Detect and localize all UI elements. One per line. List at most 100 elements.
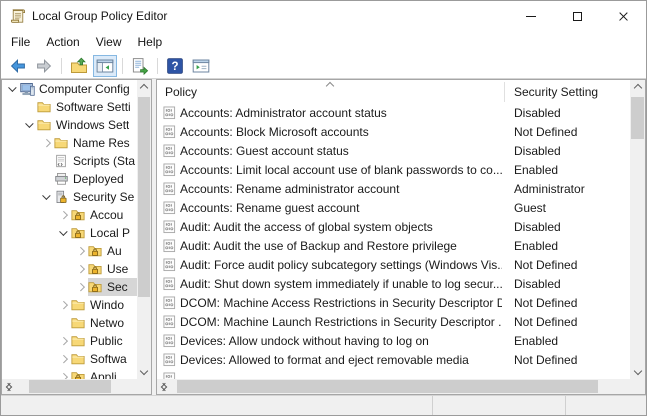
policy-row[interactable]: Accounts: Block Microsoft accounts Not D… [157,123,630,142]
close-button[interactable] [600,1,646,31]
policy-row[interactable]: Accounts: Rename administrator account A… [157,180,630,199]
tree-item[interactable]: Appli [2,368,137,379]
expander-icon[interactable] [23,98,37,116]
tree-item[interactable]: Security Se [2,188,137,206]
toolbar-help-button[interactable]: ? [163,55,187,77]
expander-icon[interactable] [74,260,88,278]
expander-icon[interactable] [40,152,54,170]
tree-item[interactable]: Sec [2,278,137,296]
expander-icon[interactable] [40,170,54,188]
policy-row[interactable]: Accounts: Guest account status Disabled [157,142,630,161]
scroll-right-button[interactable] [157,379,171,394]
local-group-policy-editor-window: Local Group Policy Editor FileActionView… [0,0,647,416]
policy-row[interactable]: Audit: Shut down system immediately if u… [157,275,630,294]
tree-item[interactable]: Deployed [2,170,137,188]
tree-vscroll-thumb[interactable] [138,97,150,297]
list-horizontal-scrollbar[interactable] [157,379,630,394]
tree-item-label: Netwo [90,316,124,330]
policy-row[interactable]: Accounts: Administrator account status D… [157,104,630,123]
policy-row[interactable]: Accounts: Limit local account use of bla… [157,161,630,180]
scroll-up-button[interactable] [630,80,645,94]
tree-item[interactable]: Public [2,332,137,350]
tree-item[interactable]: Netwo [2,314,137,332]
toolbar-up-one-level-button[interactable] [67,55,91,77]
server-lock-icon [54,190,68,205]
tree-item[interactable]: Windo [2,296,137,314]
chevron-down-icon [140,367,148,375]
tree-item[interactable]: Windows Sett [2,116,137,134]
tree-item[interactable]: Accou [2,206,137,224]
scroll-down-button[interactable] [137,365,151,379]
app-icon [10,8,26,24]
tree-vertical-scrollbar[interactable] [137,80,151,379]
expander-icon[interactable] [23,116,37,134]
tree-item[interactable]: Softwa [2,350,137,368]
policy-row[interactable]: Accounts: Rename guest account Guest [157,199,630,218]
expander-icon[interactable] [57,224,71,242]
tree-item-label: Appli [90,370,117,379]
expander-icon[interactable] [57,332,71,350]
policy-name: Audit: Shut down system immediately if u… [180,277,502,291]
tree-item-icon [20,82,35,97]
toolbar-back-button[interactable] [6,55,30,77]
expander-icon[interactable] [40,188,54,206]
toolbar-forward-button[interactable] [32,55,56,77]
tree-item[interactable]: Software Setti [2,98,137,116]
scroll-up-button[interactable] [137,80,151,94]
menu-file[interactable]: File [3,33,38,51]
menu-view[interactable]: View [88,33,130,51]
expander-icon[interactable] [57,350,71,368]
policy-row[interactable]: Devices: Allow undock without having to … [157,332,630,351]
folder-lock-icon [88,262,102,276]
list-vscroll-thumb[interactable] [631,97,644,139]
policy-row[interactable]: Devices: Allowed to format and eject rem… [157,351,630,370]
tree-item-label: Deployed [73,172,124,186]
tree-item[interactable]: Local P [2,224,137,242]
folder-lock-icon [71,226,85,240]
policy-row-partial[interactable] [157,370,630,379]
tree-item-icon [37,118,52,133]
policy-setting-value: Disabled [514,220,561,234]
column-header-security-setting[interactable]: Security Setting [514,85,598,99]
expander-icon[interactable] [74,242,88,260]
expander-icon[interactable] [57,296,71,314]
policy-row[interactable]: Audit: Audit the use of Backup and Resto… [157,237,630,256]
tree-item-icon [71,316,86,331]
policy-row[interactable]: Audit: Audit the access of global system… [157,218,630,237]
column-divider[interactable] [504,82,505,102]
menu-help[interactable]: Help [130,33,171,51]
menu-action[interactable]: Action [38,33,87,51]
tree-item[interactable]: Use [2,260,137,278]
maximize-button[interactable] [554,1,600,31]
policy-row[interactable]: DCOM: Machine Launch Restrictions in Sec… [157,313,630,332]
expander-icon[interactable] [57,314,71,332]
policy-row[interactable]: Audit: Force audit policy subcategory se… [157,256,630,275]
expander-icon[interactable] [57,206,71,224]
list-vertical-scrollbar[interactable] [630,80,645,379]
expander-icon[interactable] [6,80,20,98]
expander-icon[interactable] [40,134,54,152]
titlebar[interactable]: Local Group Policy Editor [1,1,646,31]
tree-hscroll-thumb[interactable] [29,380,111,393]
toolbar-export-list-button[interactable] [128,55,152,77]
tree-item[interactable]: Scripts (Sta [2,152,137,170]
toolbar-show-hide-console-tree-button[interactable] [93,55,117,77]
minimize-button[interactable] [508,1,554,31]
tree-item[interactable]: Name Res [2,134,137,152]
folder-icon [71,334,85,348]
tree-item[interactable]: Computer Config [2,80,137,98]
column-header-policy[interactable]: Policy [165,85,197,99]
policy-name: DCOM: Machine Access Restrictions in Sec… [180,296,502,310]
policy-icon [163,296,176,310]
tree-horizontal-scrollbar[interactable] [2,379,137,394]
tree-item-icon [54,172,69,187]
scroll-down-button[interactable] [630,365,645,379]
toolbar-show-hide-action-pane-button[interactable] [189,55,213,77]
policy-icon [163,277,176,291]
list-hscroll-thumb[interactable] [177,380,598,393]
tree-item[interactable]: Au [2,242,137,260]
scroll-right-button[interactable] [2,379,16,394]
expander-icon[interactable] [57,368,71,379]
policy-row[interactable]: DCOM: Machine Access Restrictions in Sec… [157,294,630,313]
expander-icon[interactable] [74,278,88,296]
